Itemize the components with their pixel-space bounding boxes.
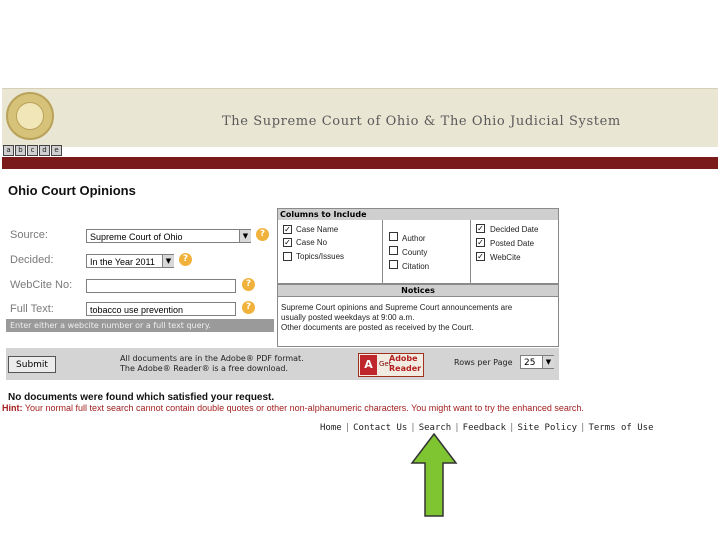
- footer-nav: Home | Contact Us | Search | Feedback | Site Pol…: [320, 423, 654, 433]
- checkbox-label: County: [402, 248, 428, 257]
- column-divider: [382, 220, 383, 283]
- pdf-note-line: All documents are in the Adobe® PDF form…: [120, 354, 304, 363]
- chevron-down-icon[interactable]: ▼: [239, 230, 251, 242]
- fulltext-label: Full Text:: [10, 303, 54, 315]
- notices-body: Supreme Court opinions and Supreme Court…: [277, 297, 559, 347]
- notices-header: Notices: [277, 284, 559, 297]
- banner-title: The Supreme Court of Ohio & The Ohio Jud…: [222, 114, 621, 129]
- help-icon[interactable]: ?: [179, 253, 192, 266]
- footer-link-home[interactable]: Home: [320, 423, 342, 433]
- help-icon[interactable]: ?: [256, 228, 269, 241]
- notice-line: usually posted weekdays at 9:00 a.m.: [281, 313, 415, 322]
- footer-link-search[interactable]: Search: [419, 423, 452, 433]
- notice-line: Other documents are posted as received b…: [281, 323, 474, 332]
- up-arrow-annotation-icon: [410, 433, 458, 517]
- checkbox-label: Posted Date: [490, 239, 535, 248]
- nav-square-icon[interactable]: e: [51, 145, 62, 156]
- checkbox-label: Case No: [296, 238, 328, 247]
- checkbox-citation[interactable]: [389, 260, 398, 269]
- no-results-message: No documents were found which satisfied …: [8, 392, 275, 403]
- checkbox-author[interactable]: [389, 232, 398, 241]
- checkbox-posted-date[interactable]: ✓: [476, 238, 485, 247]
- chevron-down-icon[interactable]: ▼: [542, 356, 554, 368]
- nav-square-icon[interactable]: b: [15, 145, 26, 156]
- notice-line: Supreme Court opinions and Supreme Court…: [281, 303, 513, 312]
- rows-per-page-label: Rows per Page: [454, 358, 513, 367]
- webcite-label: WebCite No:: [10, 279, 73, 291]
- rows-per-page-value: 25: [524, 358, 536, 368]
- toolbar-icons: a b c d e: [3, 145, 62, 157]
- footer-link-feedback[interactable]: Feedback: [463, 423, 506, 433]
- columns-header: Columns to Include: [278, 209, 558, 220]
- column-divider: [470, 220, 471, 283]
- fulltext-input[interactable]: tobacco use prevention: [86, 302, 236, 316]
- checkbox-label: Author: [402, 234, 426, 243]
- decided-label: Decided:: [10, 254, 54, 266]
- source-label: Source:: [10, 229, 48, 241]
- checkbox-label: WebCite: [490, 253, 521, 262]
- footer-link-site-policy[interactable]: Site Policy: [517, 423, 577, 433]
- checkbox-case-name[interactable]: ✓: [283, 225, 292, 234]
- checkbox-label: Citation: [402, 262, 430, 271]
- nav-square-icon[interactable]: d: [39, 145, 50, 156]
- header-red-bar: [2, 157, 718, 169]
- help-icon[interactable]: ?: [242, 278, 255, 291]
- reader-word: Reader: [389, 364, 422, 373]
- adobe-logo-icon: A: [360, 355, 377, 375]
- hint-label: Hint:: [2, 403, 23, 413]
- checkbox-label: Topics/Issues: [296, 252, 345, 261]
- nav-square-icon[interactable]: c: [27, 145, 38, 156]
- pdf-note: All documents are in the Adobe® PDF form…: [120, 354, 304, 374]
- checkbox-webcite[interactable]: ✓: [476, 252, 485, 261]
- webcite-input[interactable]: [86, 279, 236, 293]
- decided-select[interactable]: In the Year 2011: [86, 254, 174, 268]
- footer-link-contact[interactable]: Contact Us: [353, 423, 407, 433]
- ohio-seal-center: [16, 102, 44, 130]
- adobe-reader-label: Adobe Reader: [389, 354, 421, 374]
- hint-text: Your normal full text search cannot cont…: [22, 403, 584, 413]
- search-form: Source: Supreme Court of Ohio ▼ ? Decide…: [6, 207, 274, 332]
- source-select[interactable]: Supreme Court of Ohio: [86, 229, 251, 243]
- checkbox-decided-date[interactable]: ✓: [476, 224, 485, 233]
- form-hint: Enter either a webcite number or a full …: [6, 319, 274, 332]
- checkbox-label: Decided Date: [490, 225, 539, 234]
- checkbox-county[interactable]: [389, 246, 398, 255]
- help-icon[interactable]: ?: [242, 301, 255, 314]
- source-value: Supreme Court of Ohio: [90, 232, 183, 242]
- nav-square-icon[interactable]: a: [3, 145, 14, 156]
- checkbox-topics[interactable]: [283, 252, 292, 261]
- checkbox-label: Case Name: [296, 225, 339, 234]
- search-hint: Hint: Your normal full text search canno…: [2, 403, 584, 413]
- decided-value: In the Year 2011: [90, 257, 155, 267]
- page-title: Ohio Court Opinions: [8, 183, 136, 198]
- chevron-down-icon[interactable]: ▼: [162, 255, 174, 267]
- footer-link-terms[interactable]: Terms of Use: [588, 423, 653, 433]
- submit-button[interactable]: Submit: [8, 356, 56, 373]
- pdf-note-line: The Adobe® Reader® is a free download.: [120, 364, 289, 373]
- checkbox-case-no[interactable]: ✓: [283, 238, 292, 247]
- adobe-word: Adobe: [389, 354, 418, 363]
